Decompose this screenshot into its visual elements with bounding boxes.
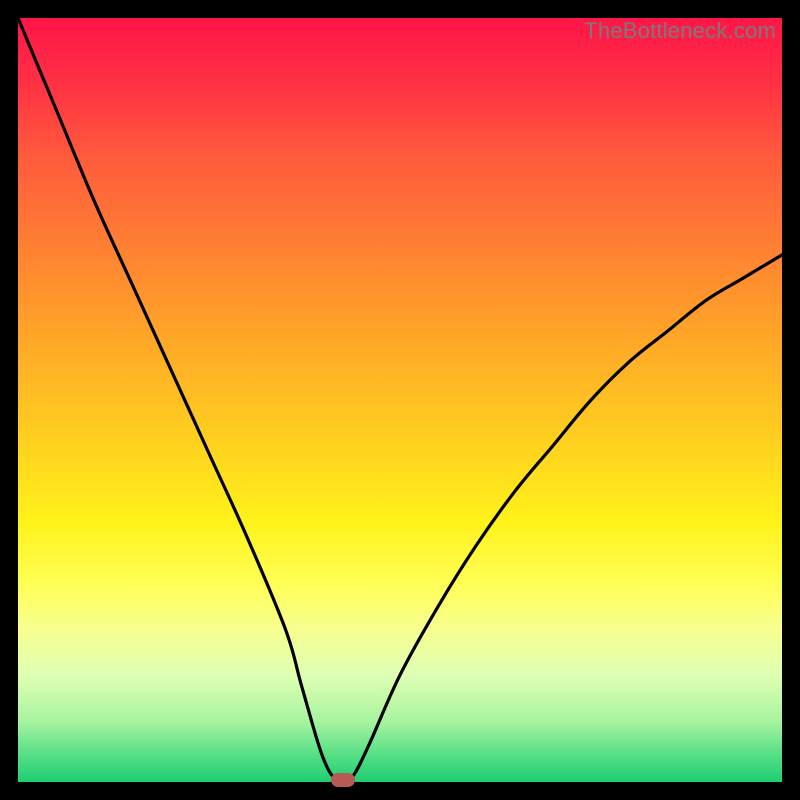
bottleneck-curve <box>18 18 782 782</box>
optimal-point-marker <box>331 773 355 787</box>
chart-frame: TheBottleneck.com <box>18 18 782 782</box>
